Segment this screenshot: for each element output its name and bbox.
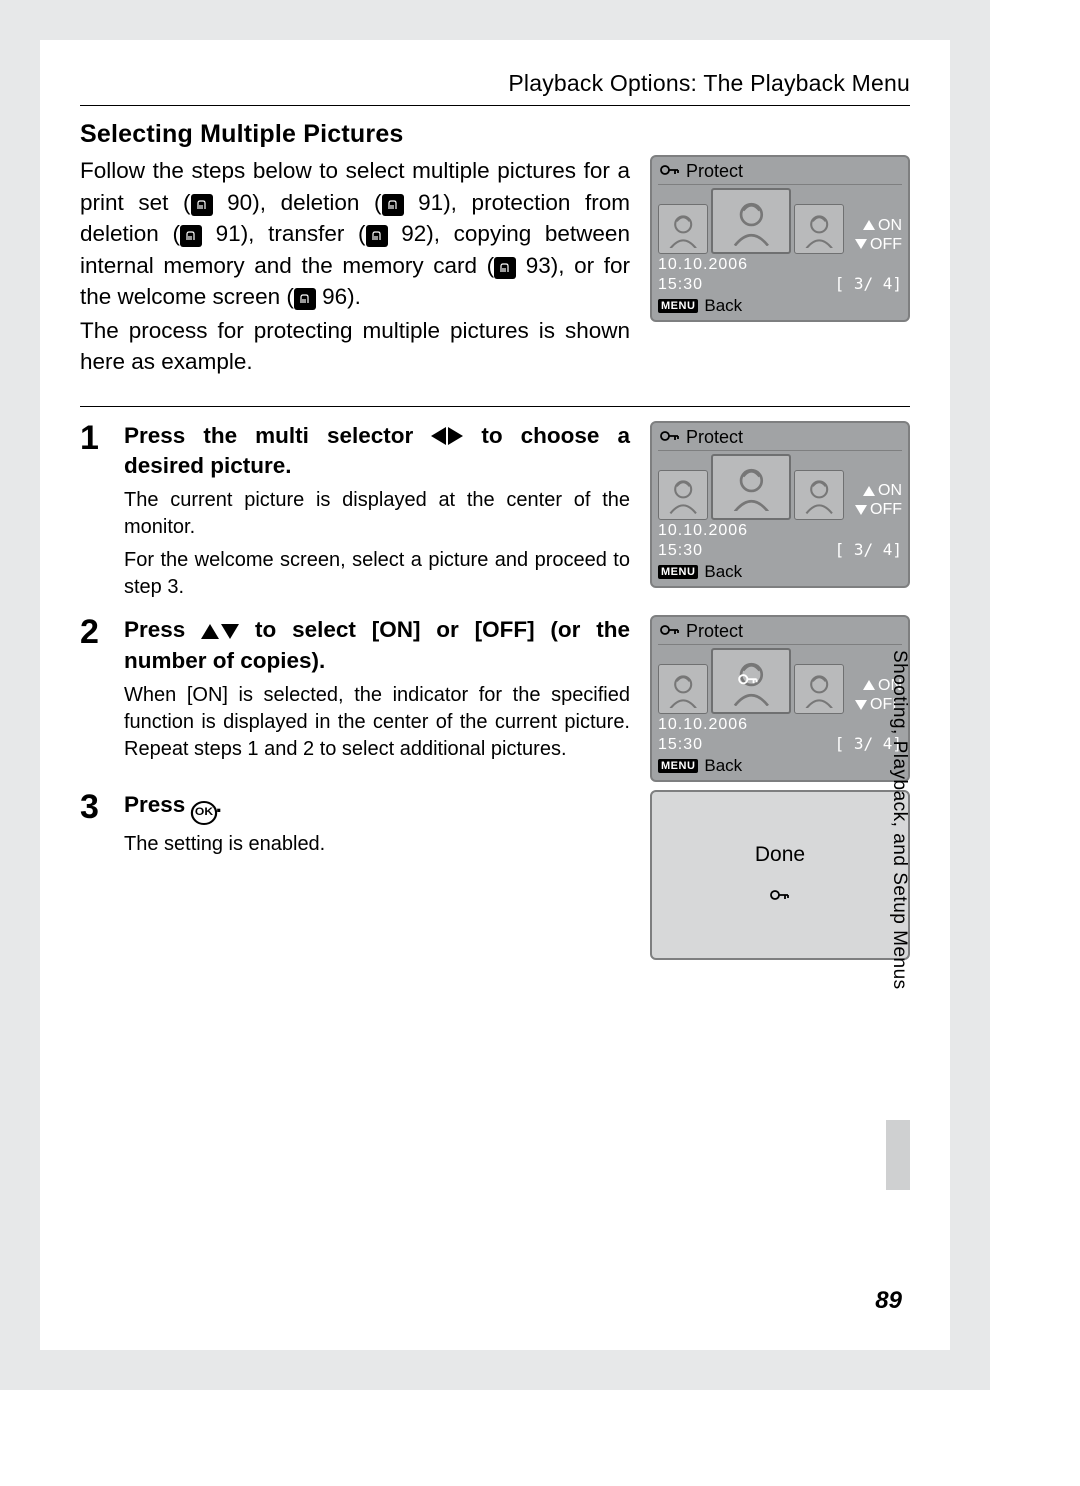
lcd-step1: Protect ON OFF 10.10.2006 15:30 [ 3/ 4] M… [650, 421, 910, 588]
lcd-back: Back [704, 756, 742, 776]
intro-text-2: The process for protecting multiple pict… [80, 315, 630, 378]
ref-icon [294, 288, 316, 310]
up-icon [863, 680, 875, 690]
step1-desc-1: The current picture is displayed at the … [124, 487, 630, 541]
protect-icon [660, 427, 680, 448]
menu-badge: MENU [658, 565, 698, 579]
lcd-thumb [658, 470, 708, 520]
lcd-title: Protect [686, 427, 743, 448]
step3-desc-1: The setting is enabled. [124, 831, 630, 858]
lcd-off: OFF [870, 235, 902, 254]
protect-icon [660, 161, 680, 182]
step1-desc-2: For the welcome screen, select a picture… [124, 547, 630, 601]
lcd-done-text: Done [755, 843, 805, 867]
up-icon [863, 220, 875, 230]
step2-head: Press to select [ON] or [OFF] (or the nu… [124, 615, 630, 676]
side-tab-label: Shooting, Playback, and Setup Menus [888, 650, 910, 990]
lcd-thumb-current [711, 454, 791, 520]
lcd-count: [ 3/ 4] [835, 274, 902, 293]
lcd-on: ON [878, 216, 902, 235]
step1-head: Press the multi selector to choose a des… [124, 421, 630, 482]
protect-icon [660, 621, 680, 642]
lcd-on: ON [878, 481, 902, 500]
ref-page: 93 [526, 253, 551, 278]
section-title: Selecting Multiple Pictures [80, 120, 910, 149]
step-number: 3 [80, 790, 124, 824]
lcd-title: Protect [686, 161, 743, 182]
step2-desc-1: When [ON] is selected, the indicator for… [124, 682, 630, 763]
lcd-count: [ 3/ 4] [835, 540, 902, 559]
intro-text-d: ), transfer ( [241, 221, 366, 246]
protect-marker-icon [738, 671, 764, 691]
lcd-date: 10.10.2006 [658, 256, 748, 274]
ref-page: 92 [401, 221, 426, 246]
menu-badge: MENU [658, 759, 698, 773]
ref-icon [180, 225, 202, 247]
ref-icon [494, 257, 516, 279]
step2-desc: When [ON] is selected, the indicator for… [124, 682, 630, 763]
lcd-thumb [794, 204, 844, 254]
step3-head-a: Press [124, 792, 192, 817]
header-rule [80, 105, 910, 106]
ok-icon: OK [190, 801, 216, 825]
ref-page: 96 [322, 284, 347, 309]
page-header: Playback Options: The Playback Menu [80, 70, 910, 97]
down-icon [855, 239, 867, 249]
left-right-icon [431, 427, 463, 445]
lcd-off: OFF [870, 500, 902, 519]
lcd-date: 10.10.2006 [658, 716, 748, 734]
ref-icon [382, 194, 404, 216]
lcd-thumb-current [711, 188, 791, 254]
protect-icon [770, 887, 790, 907]
menu-badge: MENU [658, 299, 698, 313]
lcd-back: Back [704, 296, 742, 316]
lcd-on-off: ON OFF [855, 216, 902, 254]
ref-icon [191, 194, 213, 216]
lcd-intro: Protect ON OFF 10.10.2006 15:30 [ 3/ 4] M… [650, 155, 910, 322]
side-tab-block [886, 1120, 910, 1190]
step3-desc: The setting is enabled. [124, 831, 630, 858]
step1-head-a: Press the multi selector [124, 423, 431, 448]
lcd-step3: Done [650, 790, 910, 960]
up-icon [863, 486, 875, 496]
side-tab: Shooting, Playback, and Setup Menus [888, 650, 910, 1100]
up-down-icon [201, 624, 239, 639]
intro-text-b: ), deletion ( [252, 190, 381, 215]
lcd-thumb [658, 664, 708, 714]
down-icon [855, 700, 867, 710]
lcd-back: Back [704, 562, 742, 582]
lcd-thumb [794, 664, 844, 714]
step1-desc: The current picture is displayed at the … [124, 487, 630, 601]
ref-page: 91 [216, 221, 241, 246]
down-icon [855, 505, 867, 515]
lcd-time: 15:30 [658, 736, 703, 754]
divider [80, 406, 910, 407]
lcd-step2: Protect ON OFF 10.10.2006 15:30[ 3/ 4] [650, 615, 910, 782]
lcd-time: 15:30 [658, 542, 703, 560]
lcd-thumb-current [711, 648, 791, 714]
lcd-date: 10.10.2006 [658, 522, 748, 540]
ref-icon [366, 225, 388, 247]
lcd-time: 15:30 [658, 276, 703, 294]
lcd-thumb [794, 470, 844, 520]
step2-head-a: Press [124, 617, 201, 642]
lcd-on-off: ON OFF [855, 481, 902, 519]
ref-page: 91 [418, 190, 443, 215]
lcd-thumb [658, 204, 708, 254]
intro-text-g: ). [347, 284, 361, 309]
ref-page: 90 [227, 190, 252, 215]
step-number: 1 [80, 421, 124, 455]
page-number: 89 [875, 1287, 902, 1315]
lcd-title: Protect [686, 621, 743, 642]
step3-head: Press OK. [124, 790, 630, 824]
intro-text: Follow the steps below to select multipl… [80, 155, 630, 380]
step-number: 2 [80, 615, 124, 649]
